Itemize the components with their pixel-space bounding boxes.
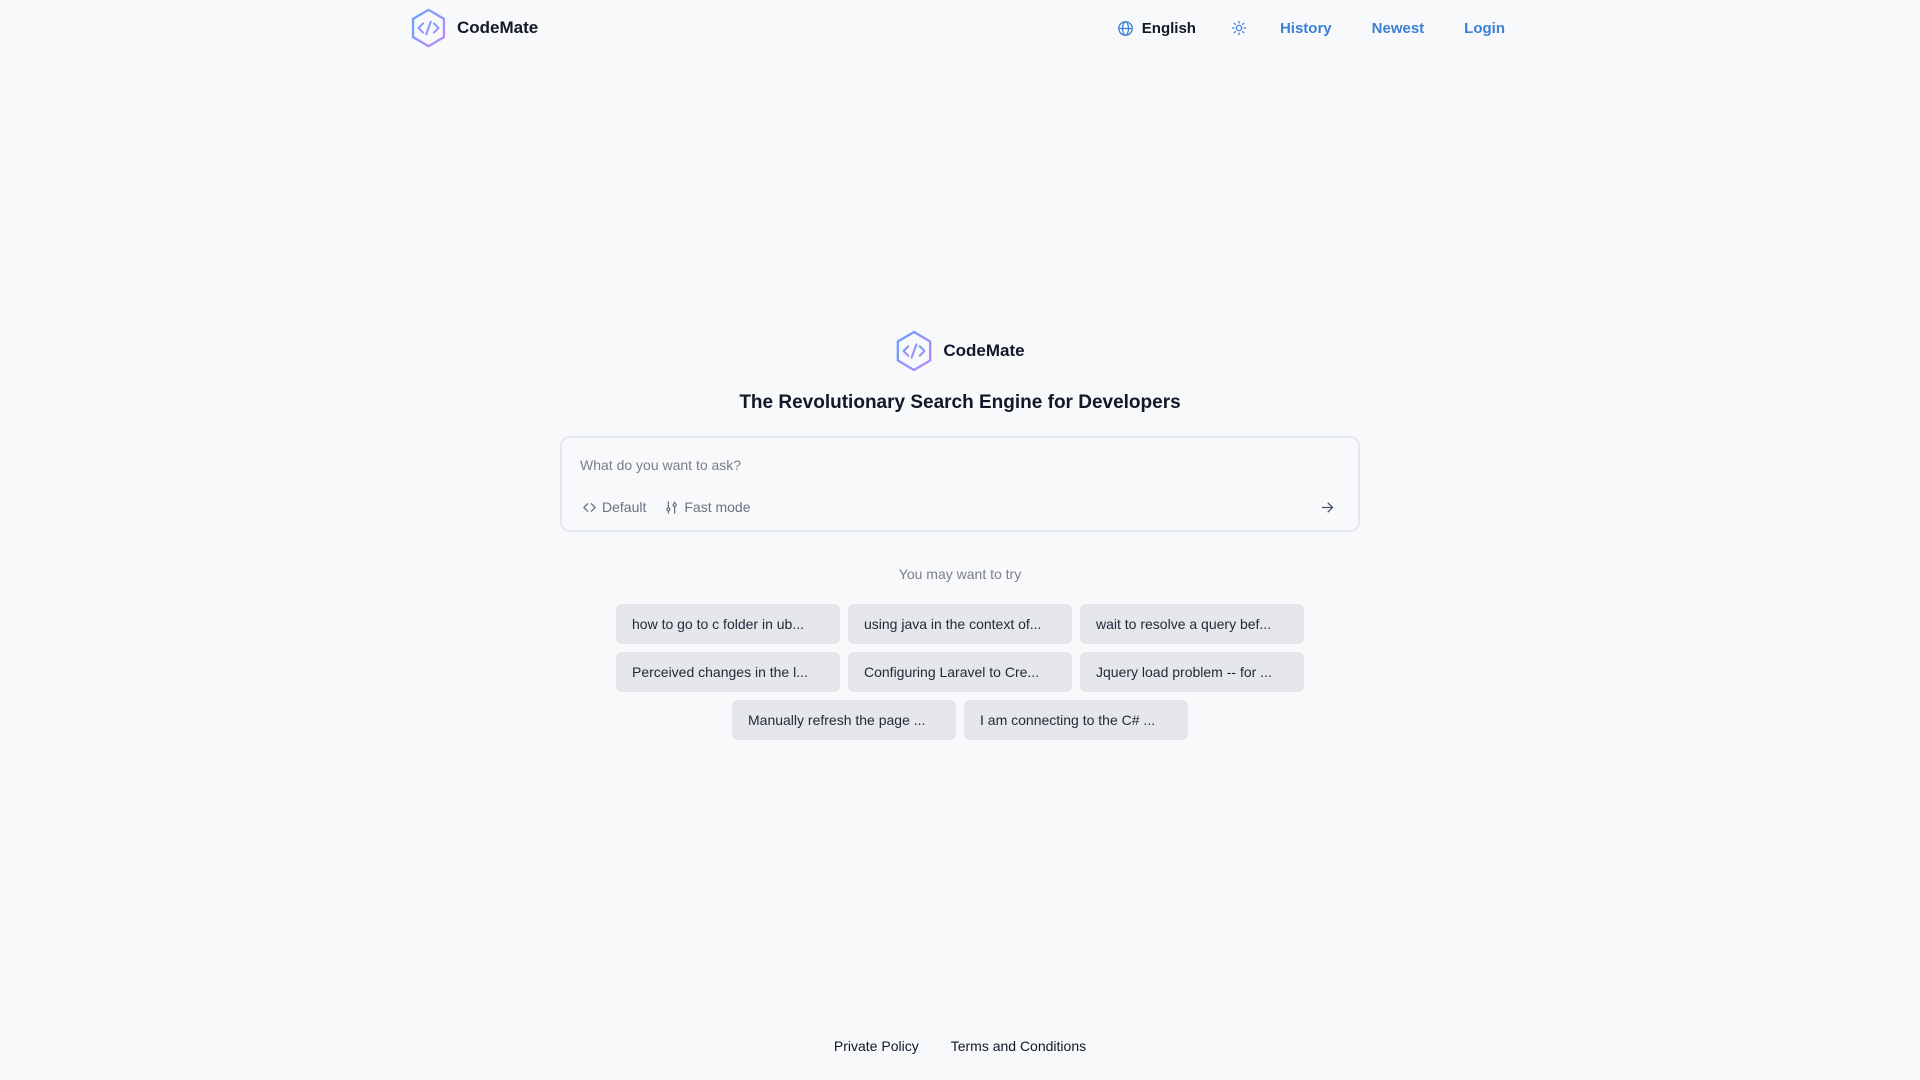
default-mode-button[interactable]: Default xyxy=(582,499,646,515)
suggestion-chip[interactable]: Manually refresh the page ... xyxy=(732,700,956,740)
arrow-right-icon xyxy=(1321,502,1333,512)
page: CodeMate English History Newest Login Co… xyxy=(0,0,1920,1080)
codemate-logo-icon xyxy=(411,8,446,48)
suggestion-chip[interactable]: Perceived changes in the l... xyxy=(616,652,840,692)
suggestion-chip[interactable]: how to go to c folder in ub... xyxy=(616,604,840,644)
default-mode-label: Default xyxy=(602,499,647,515)
search-tools: Default Fast mode xyxy=(582,496,751,518)
header-brand[interactable]: CodeMate xyxy=(410,8,538,48)
suggestion-chip[interactable]: wait to resolve a query bef... xyxy=(1080,604,1304,644)
hero-brand-name: CodeMate xyxy=(943,341,1025,360)
privacy-policy-link[interactable]: Private Policy xyxy=(834,1038,919,1054)
theme-toggle-button[interactable] xyxy=(1230,19,1248,37)
search-box: Default Fast mode xyxy=(560,436,1360,532)
submit-button[interactable] xyxy=(1316,496,1338,518)
search-input[interactable] xyxy=(580,452,1320,478)
codemate-logo-icon xyxy=(897,330,932,372)
top-header: CodeMate English History Newest Login xyxy=(0,0,1920,56)
language-label: English xyxy=(1141,19,1196,37)
brand-name: CodeMate xyxy=(457,18,539,37)
suggestion-chip[interactable]: Jquery load problem -- for ... xyxy=(1080,652,1304,692)
suggestions-label: You may want to try xyxy=(898,566,1022,582)
page-tagline: The Revolutionary Search Engine for Deve… xyxy=(739,392,1181,413)
globe-icon xyxy=(1117,20,1133,36)
sun-icon xyxy=(1231,20,1247,36)
suggestion-chip[interactable]: I am connecting to the C# ... xyxy=(964,700,1188,740)
terms-link[interactable]: Terms and Conditions xyxy=(951,1038,1086,1054)
hero-brand: CodeMate xyxy=(0,330,1920,372)
fast-mode-button[interactable]: Fast mode xyxy=(664,499,751,515)
language-selector[interactable]: English xyxy=(1117,20,1196,37)
newest-link[interactable]: Newest xyxy=(1372,20,1425,37)
login-link[interactable]: Login xyxy=(1464,20,1505,37)
suggestion-chip[interactable]: Configuring Laravel to Cre... xyxy=(848,652,1072,692)
header-nav: English History Newest Login xyxy=(1117,14,1505,42)
fast-mode-label: Fast mode xyxy=(684,499,751,515)
sliders-icon xyxy=(666,500,678,514)
code-brackets-icon xyxy=(583,502,596,512)
footer: Private Policy Terms and Conditions xyxy=(0,1038,1920,1054)
history-link[interactable]: History xyxy=(1280,20,1332,37)
suggestion-chip[interactable]: using java in the context of... xyxy=(848,604,1072,644)
